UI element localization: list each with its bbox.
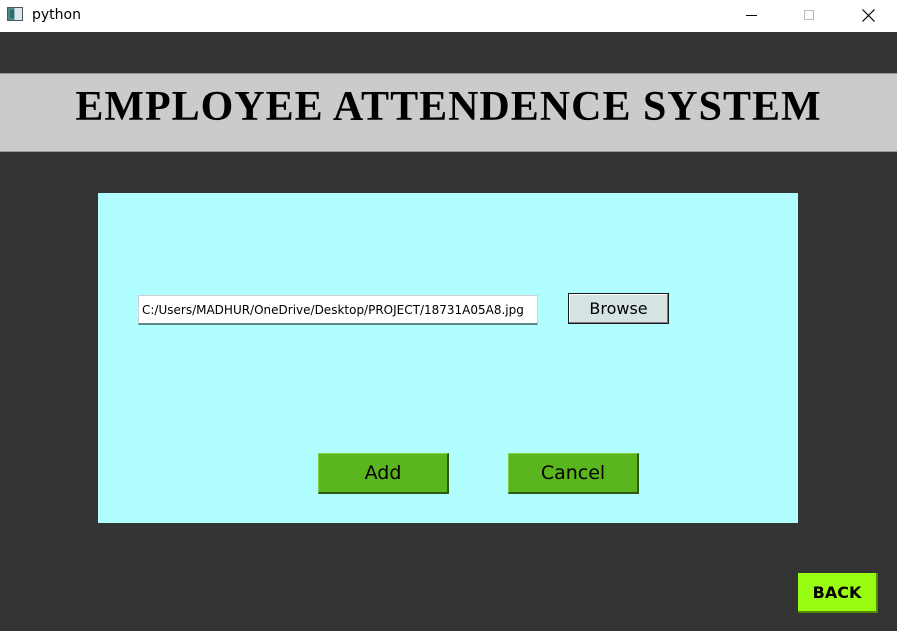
- back-button[interactable]: BACK: [798, 573, 878, 613]
- header-band: EMPLOYEE ATTENDENCE SYSTEM: [0, 73, 897, 152]
- python-app-icon: [7, 7, 23, 21]
- add-button[interactable]: Add: [318, 453, 449, 494]
- close-icon: [861, 8, 875, 22]
- upload-panel: Browse Add Cancel: [98, 193, 798, 523]
- file-path-input[interactable]: [138, 295, 538, 325]
- window-title: python: [32, 7, 81, 23]
- window-titlebar[interactable]: python: [0, 0, 897, 32]
- maximize-button[interactable]: [780, 0, 838, 30]
- browse-button[interactable]: Browse: [568, 293, 669, 324]
- minimize-button[interactable]: [722, 0, 780, 30]
- page-title: EMPLOYEE ATTENDENCE SYSTEM: [75, 83, 822, 130]
- cancel-button[interactable]: Cancel: [508, 453, 639, 494]
- close-button[interactable]: [839, 0, 897, 30]
- maximize-icon: [804, 10, 814, 20]
- minimize-icon: [745, 14, 757, 16]
